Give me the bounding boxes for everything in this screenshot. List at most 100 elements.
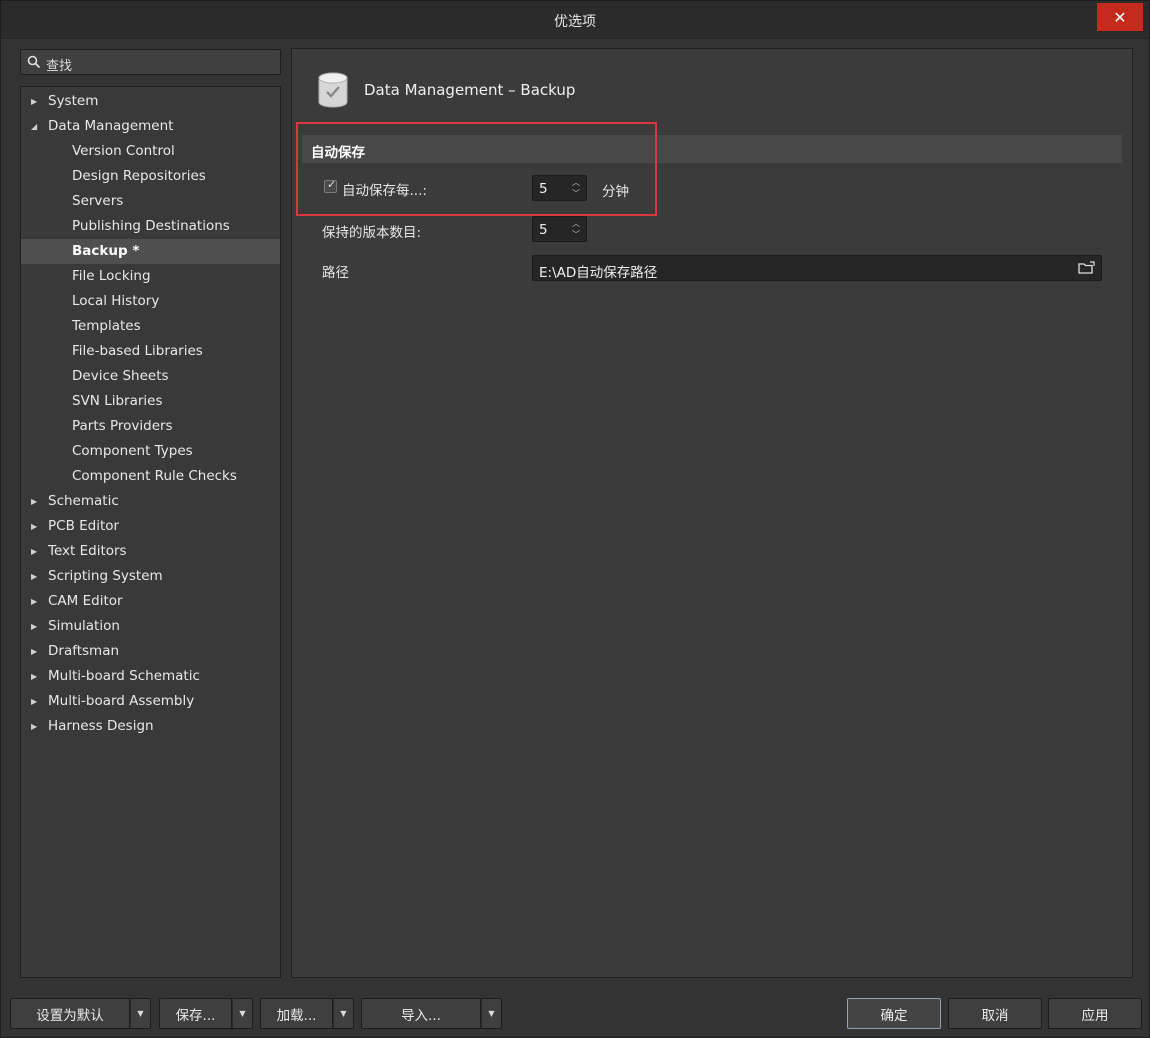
tree-item[interactable]: Publishing Destinations — [21, 214, 280, 239]
search-placeholder: 查找 — [46, 59, 73, 74]
path-value: E:\AD自动保存路径 — [539, 265, 658, 281]
tree-item[interactable]: ▶ Scripting System — [21, 564, 280, 589]
tree-item[interactable]: Component Rule Checks — [21, 464, 280, 489]
collapsed-arrow-icon[interactable]: ▶ — [31, 489, 41, 514]
tree-item[interactable]: Backup * — [21, 239, 280, 264]
tree-item-label: Device Sheets — [72, 368, 169, 384]
title-bar: 优选项 ✕ — [1, 1, 1149, 39]
tree-item[interactable]: Component Types — [21, 439, 280, 464]
set-default-button[interactable]: 设置为默认 — [10, 998, 130, 1029]
tree-item-label: Design Repositories — [72, 168, 206, 184]
tree-item-label: Data Management — [48, 118, 174, 134]
versions-stepper[interactable]: 5 ︿ ﹀ — [532, 216, 587, 242]
tree-item-label: File-based Libraries — [72, 343, 203, 359]
tree-item[interactable]: ▶ Schematic — [21, 489, 280, 514]
chevron-down-icon: ▼ — [488, 1009, 495, 1018]
chevron-down-icon: ▼ — [239, 1009, 246, 1018]
tree-item-label: Component Rule Checks — [72, 468, 237, 484]
collapsed-arrow-icon[interactable]: ▶ — [31, 664, 41, 689]
collapsed-arrow-icon[interactable]: ▶ — [31, 564, 41, 589]
tree-item-label: Publishing Destinations — [72, 218, 230, 234]
tree-item-label: Simulation — [48, 618, 120, 634]
tree-item-label: Schematic — [48, 493, 119, 509]
tree-item-label: System — [48, 93, 99, 109]
collapsed-arrow-icon[interactable]: ▶ — [31, 589, 41, 614]
tree-item[interactable]: Version Control — [21, 139, 280, 164]
ok-button[interactable]: 确定 — [847, 998, 941, 1029]
tree-item-label: Text Editors — [48, 543, 127, 559]
annotation-highlight-box — [296, 122, 657, 216]
tree-item[interactable]: SVN Libraries — [21, 389, 280, 414]
chevron-down-icon: ▼ — [340, 1009, 347, 1018]
tree-item[interactable]: Local History — [21, 289, 280, 314]
tree-item-label: PCB Editor — [48, 518, 120, 534]
tree-item[interactable]: Parts Providers — [21, 414, 280, 439]
save-dropdown[interactable]: ▼ — [232, 998, 253, 1029]
tree-item[interactable]: ▶ PCB Editor — [21, 514, 280, 539]
search-input[interactable]: 查找 — [20, 49, 281, 75]
collapsed-arrow-icon[interactable]: ▶ — [31, 639, 41, 664]
tree-item[interactable]: File Locking — [21, 264, 280, 289]
preferences-tree[interactable]: ▶ System ◢ Data Management Version Control De… — [20, 86, 281, 978]
expanded-arrow-icon[interactable]: ◢ — [31, 114, 41, 139]
tree-item-label: Parts Providers — [72, 418, 173, 434]
collapsed-arrow-icon[interactable]: ▶ — [31, 614, 41, 639]
tree-item[interactable]: File-based Libraries — [21, 339, 280, 364]
tree-item-label: Servers — [72, 193, 124, 209]
tree-item[interactable]: Templates — [21, 314, 280, 339]
tree-item-label: Backup * — [72, 243, 140, 259]
tree-item-label: CAM Editor — [48, 593, 123, 609]
tree-item[interactable]: ▶ Draftsman — [21, 639, 280, 664]
collapsed-arrow-icon[interactable]: ▶ — [31, 514, 41, 539]
tree-item[interactable]: ▶ CAM Editor — [21, 589, 280, 614]
preferences-dialog: 优选项 ✕ 查找 ▶ System ◢ Data Management Version … — [0, 0, 1150, 1038]
versions-value: 5 — [539, 222, 548, 238]
settings-panel: Data Management – Backup 自动保存 ✓ 自动保存每...… — [291, 48, 1133, 978]
collapsed-arrow-icon[interactable]: ▶ — [31, 539, 41, 564]
chevron-down-icon: ▼ — [137, 1009, 144, 1018]
tree-item-label: Harness Design — [48, 718, 154, 734]
tree-item[interactable]: ▶ Harness Design — [21, 714, 280, 739]
set-default-dropdown[interactable]: ▼ — [130, 998, 151, 1029]
import-button[interactable]: 导入... — [361, 998, 481, 1029]
tree-item[interactable]: ▶ System — [21, 89, 280, 114]
chevron-up-icon[interactable]: ︿ — [572, 220, 580, 228]
import-dropdown[interactable]: ▼ — [481, 998, 502, 1029]
tree-item-label: Local History — [72, 293, 160, 309]
tree-item[interactable]: Device Sheets — [21, 364, 280, 389]
load-button[interactable]: 加载... — [260, 998, 333, 1029]
path-label: 路径 — [322, 265, 349, 281]
tree-item[interactable]: ▶ Text Editors — [21, 539, 280, 564]
close-button[interactable]: ✕ — [1097, 3, 1143, 31]
chevron-down-icon[interactable]: ﹀ — [572, 231, 580, 239]
tree-item[interactable]: Servers — [21, 189, 280, 214]
load-dropdown[interactable]: ▼ — [333, 998, 354, 1029]
tree-item[interactable]: ▶ Simulation — [21, 614, 280, 639]
tree-item[interactable]: ▶ Multi-board Assembly — [21, 689, 280, 714]
cancel-button[interactable]: 取消 — [948, 998, 1042, 1029]
tree-item[interactable]: ▶ Multi-board Schematic — [21, 664, 280, 689]
tree-item-label: Draftsman — [48, 643, 120, 659]
page-title: Data Management – Backup — [364, 81, 576, 99]
apply-button[interactable]: 应用 — [1048, 998, 1142, 1029]
collapsed-arrow-icon[interactable]: ▶ — [31, 89, 41, 114]
database-check-icon — [318, 72, 348, 108]
tree-item-label: Component Types — [72, 443, 193, 459]
tree-item-label: Scripting System — [48, 568, 163, 584]
tree-item-label: Multi-board Schematic — [48, 668, 200, 684]
tree-item-label: Templates — [72, 318, 141, 334]
tree-item[interactable]: Design Repositories — [21, 164, 280, 189]
path-field[interactable]: E:\AD自动保存路径 — [532, 255, 1102, 281]
save-button[interactable]: 保存... — [159, 998, 232, 1029]
close-icon: ✕ — [1113, 7, 1127, 27]
tree-item-label: File Locking — [72, 268, 151, 284]
versions-label: 保持的版本数目: — [322, 225, 422, 241]
tree-item-label: Multi-board Assembly — [48, 693, 195, 709]
folder-open-icon[interactable] — [1078, 261, 1096, 275]
collapsed-arrow-icon[interactable]: ▶ — [31, 714, 41, 739]
tree-item[interactable]: ◢ Data Management — [21, 114, 280, 139]
tree-item-label: SVN Libraries — [72, 393, 163, 409]
search-icon — [27, 55, 41, 69]
collapsed-arrow-icon[interactable]: ▶ — [31, 689, 41, 714]
window-title: 优选项 — [554, 14, 596, 30]
